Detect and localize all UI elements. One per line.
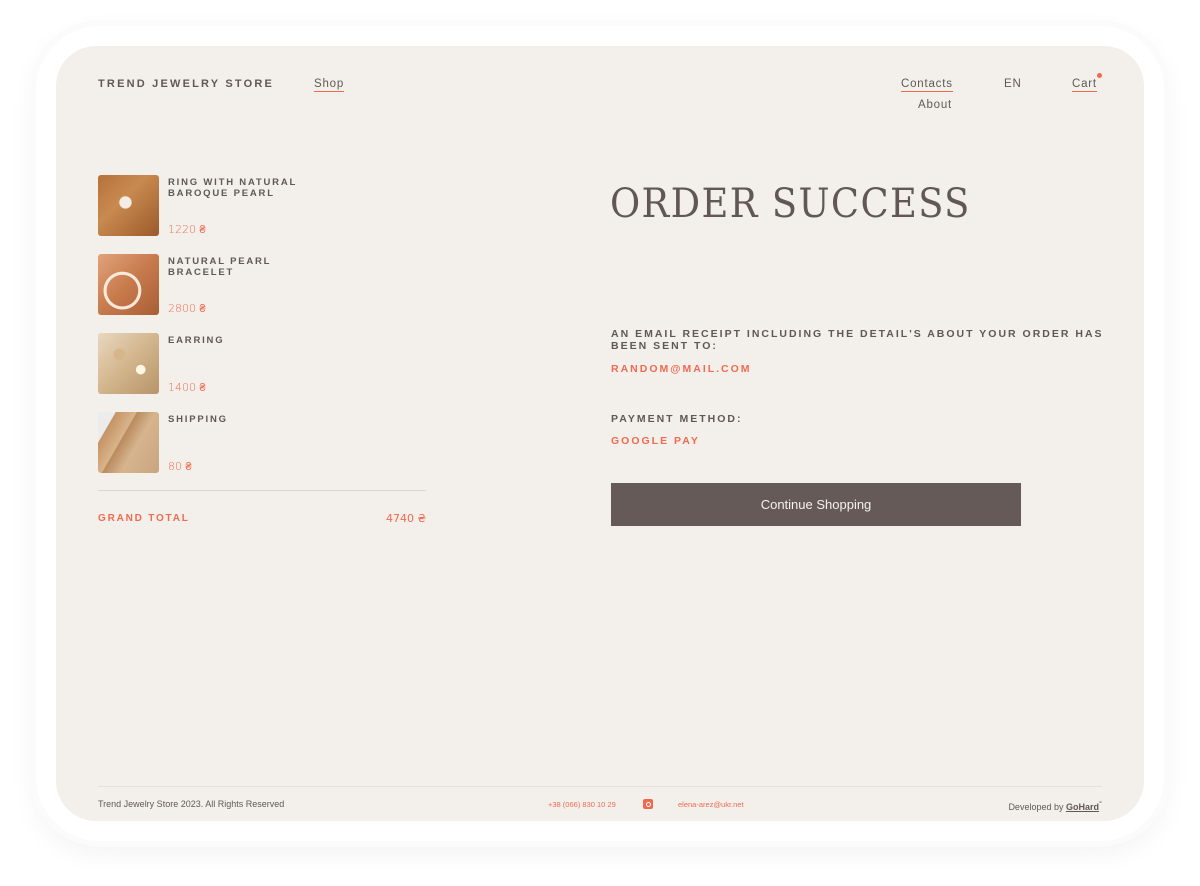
nav-contacts[interactable]: Contacts (901, 78, 953, 92)
developed-by-label: Developed by (1008, 802, 1066, 812)
instagram-icon[interactable] (643, 799, 653, 809)
footer-phone-link[interactable]: +38 (066) 830 10 29 (548, 800, 616, 809)
order-item: RING WITH NATURAL BAROQUE PEARL 1220 ₴ (98, 175, 426, 236)
developer-link[interactable]: GoHard (1066, 802, 1099, 812)
ring-image (98, 175, 159, 236)
nav-about[interactable]: About (918, 99, 952, 111)
payment-method-label: PAYMENT METHOD: (611, 413, 743, 425)
item-price: 1220 ₴ (168, 223, 206, 236)
footer-email-link[interactable]: elena-arez@ukr.net (678, 800, 744, 809)
item-price: 80 ₴ (168, 460, 192, 473)
item-price: 1400 ₴ (168, 381, 206, 394)
item-name: NATURAL PEARL BRACELET (168, 256, 272, 278)
order-item: SHIPPING 80 ₴ (98, 412, 426, 473)
shipping-image (98, 412, 159, 473)
item-name: RING WITH NATURAL BAROQUE PEARL (168, 177, 297, 199)
grand-total-value: 4740 ₴ (385, 512, 426, 525)
nav-shop[interactable]: Shop (314, 78, 345, 92)
developer-mark: ° (1099, 799, 1102, 808)
total-divider (98, 490, 426, 491)
payment-method-value: GOOGLE PAY (611, 435, 700, 447)
footer-divider (98, 786, 1102, 787)
language-switch[interactable]: EN (1004, 78, 1022, 90)
nav-cart[interactable]: Cart (1072, 78, 1097, 92)
footer-copyright: Trend Jewelry Store 2023. All Rights Res… (98, 799, 285, 809)
order-items-list: RING WITH NATURAL BAROQUE PEARL 1220 ₴ N… (98, 175, 426, 491)
item-price: 2800 ₴ (168, 302, 206, 315)
item-name: SHIPPING (168, 414, 228, 425)
brand-logo[interactable]: TREND JEWELRY STORE (98, 78, 274, 90)
page-title: ORDER SUCCESS (610, 181, 971, 227)
order-item: NATURAL PEARL BRACELET 2800 ₴ (98, 254, 426, 315)
grand-total-label: GRAND TOTAL (98, 513, 190, 524)
page: TREND JEWELRY STORE Shop Contacts About … (56, 46, 1144, 821)
earring-image (98, 333, 159, 394)
item-name: EARRING (168, 335, 225, 346)
bracelet-image (98, 254, 159, 315)
footer-developer: Developed by GoHard° (1008, 799, 1102, 812)
continue-shopping-button[interactable]: Continue Shopping (611, 483, 1021, 526)
receipt-message: AN EMAIL RECEIPT INCLUDING THE DETAIL'S … (611, 328, 1104, 352)
receipt-email: RANDOM@MAIL.COM (611, 363, 752, 375)
order-item: EARRING 1400 ₴ (98, 333, 426, 394)
cart-badge-dot (1097, 73, 1102, 78)
